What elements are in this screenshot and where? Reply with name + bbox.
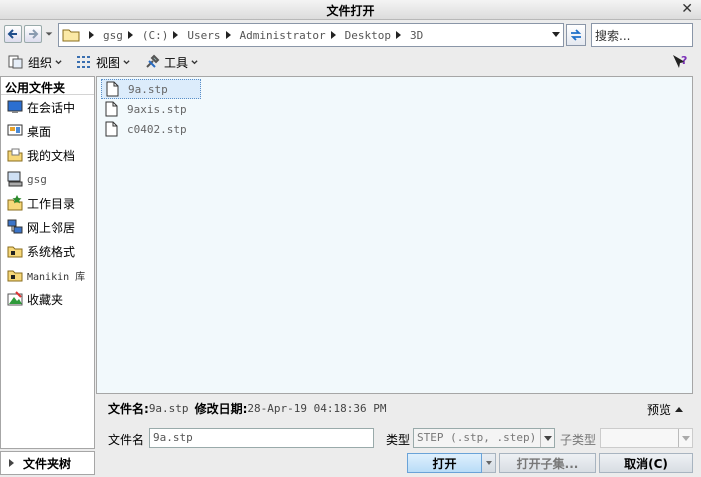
subtype-select[interactable] (600, 428, 693, 448)
arrow-right-icon (29, 29, 39, 39)
view-list-icon (77, 56, 91, 68)
arrow-left-icon (7, 29, 17, 39)
bottom-row: 文件夹树 打开 打开子集... 取消(C) (0, 451, 701, 477)
chevron-right-icon (9, 459, 14, 467)
sidebar-item-network[interactable]: 网上邻居 (1, 215, 94, 239)
folder-icon (62, 29, 80, 42)
chevron-down-icon (55, 59, 62, 64)
view-button[interactable]: 视图 (76, 54, 130, 71)
address-segment-desktop[interactable]: Desktop (345, 29, 406, 42)
info-modified-label: 修改日期: (194, 401, 248, 416)
my-documents-icon (7, 148, 23, 162)
refresh-icon (570, 29, 582, 41)
cancel-button[interactable]: 取消(C) (599, 453, 693, 473)
file-icon (105, 121, 118, 137)
close-icon[interactable]: ✕ (681, 1, 693, 17)
chevron-down-icon (191, 59, 198, 64)
chevron-down-icon[interactable] (678, 429, 692, 447)
address-segment-3d[interactable]: 3D (410, 29, 423, 42)
chevron-down-icon (45, 32, 53, 36)
sidebar-item-working-directory[interactable]: 工作目录 (1, 191, 94, 215)
chevron-down-icon[interactable] (540, 429, 554, 447)
folder-icon (7, 270, 23, 282)
address-segment-computer[interactable]: gsg (103, 29, 138, 42)
file-item-9axis-stp[interactable]: 9axis.stp (101, 99, 201, 119)
filename-row: 文件名 9a.stp 类型 STEP (.stp, .step) 子类型 (0, 427, 701, 449)
file-info-bar: 文件名: 9a.stp 修改日期: 28-Apr-19 04:18:36 PM … (96, 397, 693, 419)
preview-toggle[interactable]: 预览 (647, 401, 683, 418)
open-subset-button[interactable]: 打开子集... (499, 453, 596, 473)
info-filename-value: 9a.stp (148, 401, 189, 415)
back-button[interactable] (4, 25, 22, 43)
file-item-9a-stp[interactable]: 9a.stp (101, 79, 201, 99)
sidebar-item-in-session[interactable]: 在会话中 (1, 95, 94, 119)
type-select[interactable]: STEP (.stp, .step) (413, 428, 555, 448)
filename-input[interactable]: 9a.stp (149, 428, 374, 448)
refresh-button[interactable] (566, 24, 586, 46)
common-folders-header: 公用文件夹 (1, 77, 94, 95)
address-segment-users[interactable]: Users (187, 29, 235, 42)
svg-text:?: ? (681, 54, 687, 67)
info-filename-label: 文件名: (108, 401, 149, 416)
file-list-pane[interactable]: 9a.stp 9axis.stp c0402.stp (96, 76, 693, 394)
address-segment-drive[interactable]: (C:) (142, 29, 184, 42)
sidebar-item-desktop[interactable]: 桌面 (1, 119, 94, 143)
address-row: gsg (C:) Users Administrator Desktop 3D … (0, 21, 701, 49)
common-folders-pane: 公用文件夹 在会话中 桌面 我的文档 gsg 工作目录 网上邻居 系统格式 Ma… (0, 76, 95, 449)
star-folder-icon (7, 195, 23, 211)
chevron-up-icon (675, 407, 683, 412)
forward-button[interactable] (24, 25, 42, 43)
favorites-icon (7, 291, 23, 306)
chevron-down-icon (485, 461, 492, 465)
tools-button[interactable]: 工具 (144, 54, 198, 71)
subtype-label: 子类型 (560, 433, 597, 447)
window-title: 文件打开 (326, 4, 375, 18)
address-dropdown-icon[interactable] (552, 32, 560, 37)
search-input[interactable]: 搜索... (591, 23, 693, 47)
info-modified-value: 28-Apr-19 04:18:36 PM (247, 401, 387, 415)
computer-icon (7, 171, 23, 187)
type-label: 类型 (386, 433, 411, 447)
toolbar: 组织 视图 工具 ? (0, 51, 701, 73)
file-icon (105, 101, 118, 117)
title-bar: 文件打开 ✕ (0, 0, 701, 20)
folder-tree-toggle[interactable]: 文件夹树 (0, 451, 95, 475)
sidebar-item-system-formats[interactable]: 系统格式 (1, 239, 94, 263)
desktop-icon (7, 124, 23, 136)
address-segment-administrator[interactable]: Administrator (240, 29, 341, 42)
history-dropdown[interactable] (44, 25, 54, 43)
file-item-c0402-stp[interactable]: c0402.stp (101, 119, 201, 139)
filename-label: 文件名 (108, 433, 145, 447)
chevron-down-icon (123, 59, 130, 64)
monitor-icon (7, 100, 23, 113)
help-icon[interactable]: ? (671, 53, 689, 71)
file-icon (106, 81, 119, 97)
network-icon (7, 219, 23, 234)
address-arrow[interactable] (84, 31, 99, 39)
sidebar-item-my-documents[interactable]: 我的文档 (1, 143, 94, 167)
open-dropdown-button[interactable] (482, 453, 496, 473)
open-button[interactable]: 打开 (407, 453, 482, 473)
folder-icon (7, 246, 23, 258)
sidebar-item-favorites[interactable]: 收藏夹 (1, 287, 94, 311)
sidebar-item-gsg[interactable]: gsg (1, 167, 94, 191)
organize-button[interactable]: 组织 (8, 54, 62, 71)
address-bar[interactable]: gsg (C:) Users Administrator Desktop 3D (58, 23, 564, 47)
tools-icon (146, 54, 160, 68)
sidebar-item-manikin-library[interactable]: Manikin 库 (1, 263, 94, 287)
organize-icon (8, 55, 23, 69)
